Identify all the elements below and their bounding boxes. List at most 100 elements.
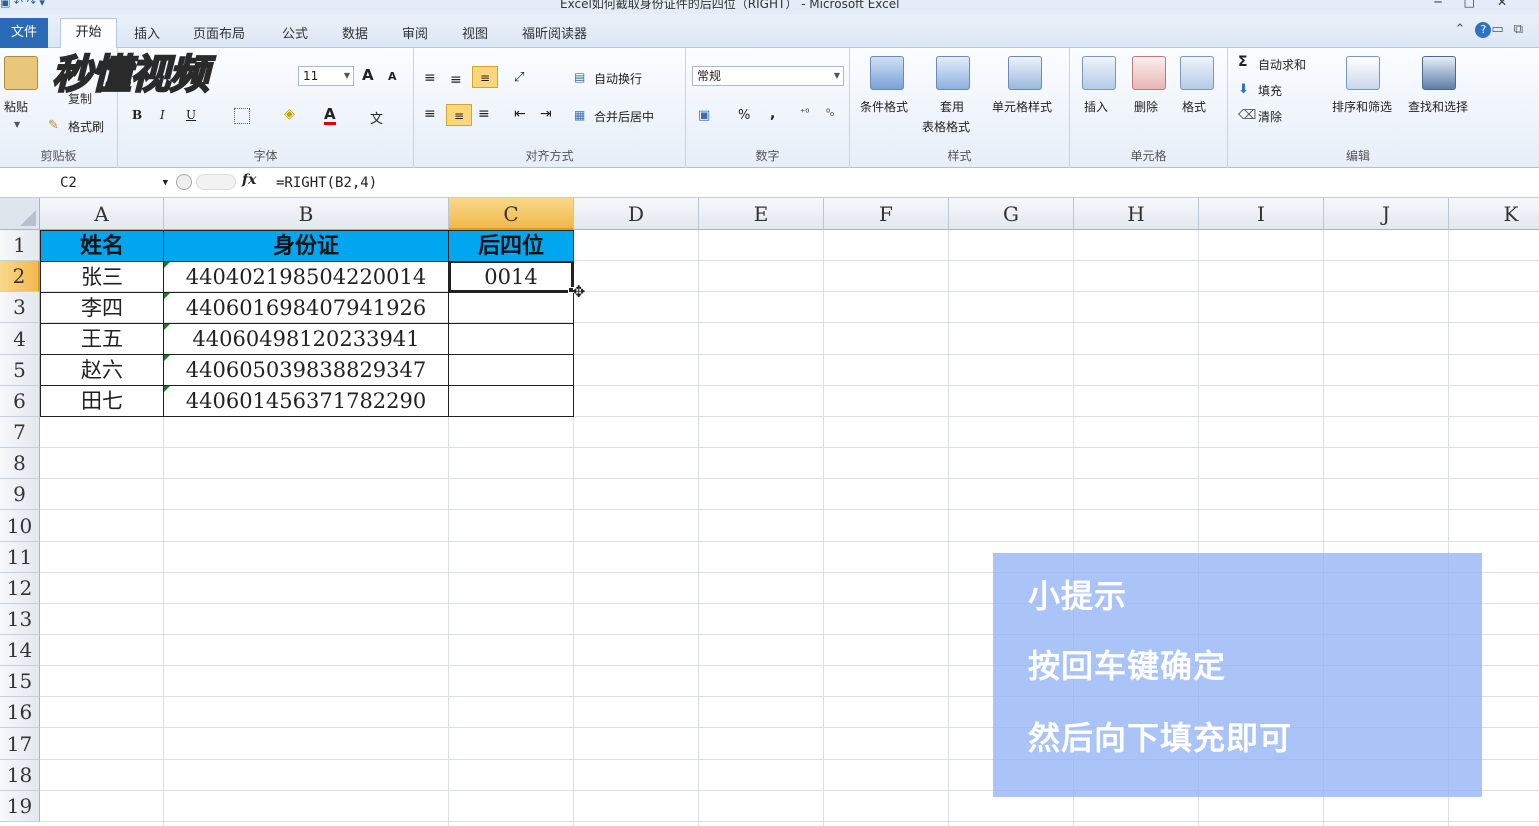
row-header-14[interactable]: 14: [0, 635, 40, 666]
quick-access-toolbar[interactable]: ▣ ↶ ↷ ▾: [0, 0, 45, 9]
column-header-g[interactable]: G: [949, 198, 1074, 230]
close-workbook-icon[interactable]: ⧉: [1514, 22, 1533, 37]
column-header-f[interactable]: F: [824, 198, 949, 230]
formula-cancel-icon[interactable]: [176, 174, 192, 190]
paste-dropdown-icon[interactable]: ▼: [14, 120, 20, 129]
column-header-b[interactable]: B: [164, 198, 449, 230]
align-center-icon[interactable]: ≡: [446, 104, 472, 126]
ribbon-right-controls[interactable]: ⌃? ▭⧉: [1455, 22, 1534, 38]
row-header-19[interactable]: 19: [0, 791, 40, 822]
cell-a3[interactable]: 李四: [40, 292, 164, 324]
format-cells-icon[interactable]: [1180, 56, 1214, 90]
cell-c3[interactable]: [448, 292, 574, 324]
align-left-icon[interactable]: ≡: [424, 106, 436, 122]
paste-button[interactable]: 粘贴: [4, 98, 28, 115]
insert-cells-button[interactable]: 插入: [1084, 98, 1108, 115]
column-header-c[interactable]: C: [449, 198, 574, 230]
conditional-formatting-button[interactable]: 条件格式: [860, 98, 908, 115]
conditional-formatting-icon[interactable]: [870, 56, 904, 90]
align-bottom-icon[interactable]: ≡: [472, 66, 498, 88]
column-header-e[interactable]: E: [699, 198, 824, 230]
help-icon[interactable]: ?: [1475, 22, 1492, 38]
cell-a4[interactable]: 王五: [40, 323, 164, 355]
cell-b4[interactable]: 44060498120233941: [163, 323, 449, 355]
shrink-font-button[interactable]: A: [388, 70, 397, 83]
tab-home[interactable]: 开始: [60, 18, 117, 49]
find-select-button[interactable]: 查找和选择: [1408, 98, 1468, 115]
font-color-button[interactable]: A: [324, 106, 336, 125]
sort-filter-button[interactable]: 排序和筛选: [1332, 98, 1392, 115]
insert-function-icon[interactable]: fx: [242, 172, 256, 188]
restore-window-icon[interactable]: ▭: [1491, 22, 1513, 37]
row-header-15[interactable]: 15: [0, 666, 40, 697]
align-top-icon[interactable]: ≡: [424, 70, 436, 86]
format-as-table-button[interactable]: 表格格式: [922, 118, 970, 135]
format-painter-button[interactable]: 格式刷: [68, 118, 104, 135]
row-header-9[interactable]: 9: [0, 479, 40, 510]
increase-decimal-icon[interactable]: ⁺⁰: [800, 108, 809, 119]
number-format-select[interactable]: 常规 ▼: [692, 66, 844, 86]
row-header-5[interactable]: 5: [0, 355, 40, 386]
comma-button[interactable]: ,: [770, 106, 775, 122]
merge-center-button[interactable]: 合并后居中: [594, 108, 654, 125]
cell-b3[interactable]: 440601698407941926: [163, 292, 449, 324]
tab-file[interactable]: 文件: [0, 18, 48, 48]
minimize-ribbon-icon[interactable]: ⌃: [1455, 22, 1476, 37]
row-header-16[interactable]: 16: [0, 697, 40, 728]
tab-view[interactable]: 视图: [462, 23, 488, 42]
autosum-button[interactable]: 自动求和: [1258, 56, 1306, 73]
column-header-h[interactable]: H: [1074, 198, 1199, 230]
column-header-d[interactable]: D: [574, 198, 699, 230]
align-right-icon[interactable]: ≡: [478, 106, 490, 122]
grow-font-button[interactable]: A: [362, 66, 374, 84]
tab-foxit-reader[interactable]: 福昕阅读器: [522, 23, 587, 42]
window-controls[interactable]: ─□✕: [1434, 0, 1529, 9]
select-all-button[interactable]: [0, 198, 40, 230]
column-header-j[interactable]: J: [1324, 198, 1449, 230]
cell-a5[interactable]: 赵六: [40, 354, 164, 386]
delete-cells-icon[interactable]: [1132, 56, 1166, 90]
row-header-3[interactable]: 3: [0, 292, 40, 323]
cell-a6[interactable]: 田七: [40, 385, 164, 417]
formula-input[interactable]: =RIGHT(B2,4): [276, 172, 377, 194]
column-header-i[interactable]: I: [1199, 198, 1324, 230]
row-header-17[interactable]: 17: [0, 728, 40, 760]
find-select-icon[interactable]: [1422, 56, 1456, 90]
paste-icon[interactable]: [4, 56, 38, 90]
cell-a2[interactable]: 张三: [40, 261, 164, 293]
percent-button[interactable]: %: [738, 108, 750, 123]
bold-button[interactable]: B: [132, 108, 142, 122]
row-header-11[interactable]: 11: [0, 542, 40, 573]
column-header-a[interactable]: A: [40, 198, 164, 230]
insert-cells-icon[interactable]: [1082, 56, 1116, 90]
row-header-13[interactable]: 13: [0, 604, 40, 635]
tab-review[interactable]: 审阅: [402, 23, 428, 42]
phonetic-button[interactable]: 文: [370, 108, 383, 127]
wrap-text-button[interactable]: 自动换行: [594, 70, 642, 87]
align-middle-icon[interactable]: ≡: [450, 72, 462, 88]
cell-c6[interactable]: [448, 385, 574, 417]
delete-cells-button[interactable]: 删除: [1134, 98, 1158, 115]
row-header-6[interactable]: 6: [0, 386, 40, 417]
minimize-button[interactable]: ─: [1434, 0, 1463, 9]
header-cell-name[interactable]: 姓名: [40, 230, 164, 262]
cell-c5[interactable]: [448, 354, 574, 386]
row-header-2[interactable]: 2: [0, 261, 40, 292]
increase-indent-icon[interactable]: ⇥: [540, 106, 552, 122]
decrease-indent-icon[interactable]: ⇤: [514, 106, 526, 122]
format-as-table-icon[interactable]: [936, 56, 970, 90]
fill-color-icon[interactable]: ◈: [284, 106, 295, 122]
decrease-decimal-icon[interactable]: ⁰₀: [826, 108, 834, 119]
format-cells-button[interactable]: 格式: [1182, 98, 1206, 115]
cell-b5[interactable]: 440605039838829347: [163, 354, 449, 386]
row-header-8[interactable]: 8: [0, 448, 40, 479]
italic-button[interactable]: I: [160, 108, 165, 122]
name-box-dropdown-icon[interactable]: ▼: [163, 172, 168, 194]
borders-icon[interactable]: [234, 108, 250, 124]
close-button[interactable]: ✕: [1497, 0, 1529, 9]
orientation-icon[interactable]: ⤢: [514, 70, 524, 85]
tab-formulas[interactable]: 公式: [282, 23, 308, 42]
header-cell-id[interactable]: 身份证: [163, 230, 449, 262]
fill-button[interactable]: 填充: [1258, 82, 1282, 99]
maximize-button[interactable]: □: [1464, 0, 1497, 9]
